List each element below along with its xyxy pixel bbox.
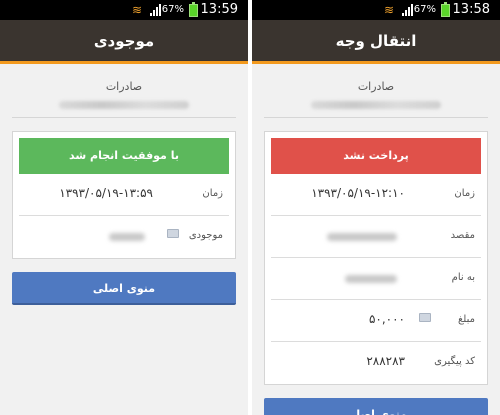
battery-icon — [441, 2, 450, 17]
success-banner: با موفقیت انجام شد — [19, 138, 229, 174]
account-number-redacted — [59, 101, 189, 109]
row-label: مبلغ — [457, 314, 475, 325]
row-label: به نام — [451, 272, 475, 283]
balance-redacted — [109, 233, 145, 241]
row-label: زمان — [202, 188, 223, 199]
row-name: به نام — [271, 258, 481, 300]
divider — [12, 117, 236, 118]
currency-icon — [167, 229, 179, 238]
row-value: ۲۸۸۲۸۳ — [366, 354, 405, 368]
wifi-icon: ≋ — [132, 3, 143, 17]
battery-icon — [189, 2, 198, 17]
right-screen: ≋ 67% 13:58 انتقال وجه صادرات پرداخت نشد… — [252, 0, 500, 415]
row-label: مقصد — [450, 230, 475, 241]
row-label: زمان — [454, 188, 475, 199]
currency-icon — [419, 313, 431, 322]
clock: 13:58 — [452, 2, 490, 17]
row-value: ۵۰,۰۰۰ — [368, 312, 405, 326]
signal-icon — [150, 4, 162, 16]
account-number-redacted — [311, 101, 441, 109]
result-card: پرداخت نشد زمان ۱۳۹۳/۰۵/۱۹-۱۲:۱۰ مقصد به… — [264, 131, 488, 385]
fail-banner: پرداخت نشد — [271, 138, 481, 174]
row-time: زمان ۱۳۹۳/۰۵/۱۹-۱۲:۱۰ — [271, 174, 481, 216]
row-amount: مبلغ ۵۰,۰۰۰ — [271, 300, 481, 342]
main-menu-button[interactable]: منوی اصلی — [12, 272, 236, 305]
clock: 13:59 — [200, 2, 238, 17]
row-time: زمان ۱۳۹۳/۰۵/۱۹-۱۳:۵۹ — [19, 174, 229, 216]
battery-percent: 67% — [161, 4, 184, 15]
row-balance: موجودی — [19, 216, 229, 258]
result-card: با موفقیت انجام شد زمان ۱۳۹۳/۰۵/۱۹-۱۳:۵۹… — [12, 131, 236, 259]
page-title: انتقال وجه — [252, 20, 500, 64]
signal-icon — [402, 4, 414, 16]
name-redacted — [345, 275, 397, 283]
row-label: موجودی — [188, 230, 223, 241]
row-value: ۱۳۹۳/۰۵/۱۹-۱۳:۵۹ — [59, 186, 153, 200]
section-label: صادرات — [357, 80, 395, 93]
main-menu-button[interactable]: منوی اصلی — [264, 398, 488, 415]
battery-percent: 67% — [413, 4, 436, 15]
row-tracking: کد پیگیری ۲۸۸۲۸۳ — [271, 342, 481, 384]
row-label: کد پیگیری — [434, 356, 475, 367]
row-value: ۱۳۹۳/۰۵/۱۹-۱۲:۱۰ — [311, 186, 405, 200]
destination-redacted — [327, 233, 397, 241]
status-bar: ≋ 67% 13:59 — [0, 0, 248, 20]
divider — [264, 117, 488, 118]
page-title: موجودی — [0, 20, 248, 64]
row-destination: مقصد — [271, 216, 481, 258]
left-screen: ≋ 67% 13:59 موجودی صادرات با موفقیت انجا… — [0, 0, 248, 415]
status-bar: ≋ 67% 13:58 — [252, 0, 500, 20]
section-label: صادرات — [105, 80, 143, 93]
wifi-icon: ≋ — [384, 3, 395, 17]
